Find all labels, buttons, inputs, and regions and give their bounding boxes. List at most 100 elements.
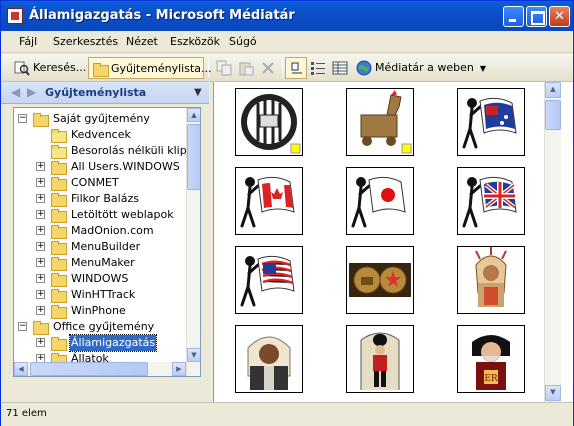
expand-icon[interactable]: + bbox=[36, 338, 45, 347]
tree-item-label: All Users.WINDOWS bbox=[71, 160, 180, 173]
expand-icon[interactable]: + bbox=[36, 258, 45, 267]
maximize-button[interactable] bbox=[526, 6, 547, 27]
toolbar-separator bbox=[208, 59, 209, 77]
scroll-thumb[interactable] bbox=[30, 362, 148, 376]
title-bar[interactable]: Államigazgatás - Microsoft Médiatár ✕ bbox=[1, 1, 573, 31]
scroll-up-icon[interactable]: ▲ bbox=[187, 108, 200, 122]
folder-icon bbox=[50, 336, 67, 351]
tree-horizontal-scrollbar[interactable]: ◀ ▶ bbox=[14, 362, 186, 376]
minimize-button[interactable] bbox=[503, 6, 524, 27]
menu-view[interactable]: Nézet bbox=[126, 35, 158, 48]
collections-button-label: Gyűjteménylista... bbox=[111, 62, 212, 75]
web-button[interactable]: Médiatár a weben ▼ bbox=[353, 57, 486, 79]
canada-flag-clip[interactable] bbox=[235, 167, 303, 235]
maximize-icon bbox=[527, 7, 546, 26]
search-icon bbox=[14, 61, 30, 76]
tree-item-label: Filkor Balázs bbox=[71, 192, 139, 205]
folder-icon bbox=[50, 176, 67, 191]
expand-icon[interactable]: + bbox=[36, 178, 45, 187]
details-view-button[interactable] bbox=[329, 57, 351, 79]
chevron-down-icon[interactable]: ▼ bbox=[480, 64, 486, 73]
folder-icon bbox=[50, 144, 67, 159]
native-chief-portrait-clip[interactable] bbox=[235, 325, 303, 393]
menu-tools[interactable]: Eszközök bbox=[170, 35, 220, 48]
scroll-up-icon[interactable]: ▲ bbox=[545, 82, 561, 98]
folder-icon bbox=[50, 240, 67, 255]
trojan-horse-clip[interactable] bbox=[346, 88, 414, 156]
close-icon: ✕ bbox=[554, 9, 565, 24]
tree-item-label: Letöltött weblapok bbox=[71, 208, 174, 221]
folder-icon bbox=[50, 256, 67, 271]
status-bar: 71 elem bbox=[1, 402, 573, 426]
window: Államigazgatás - Microsoft Médiatár ✕ Fá… bbox=[0, 0, 574, 426]
royal-guard-clip[interactable] bbox=[346, 325, 414, 393]
expand-icon[interactable]: + bbox=[36, 162, 45, 171]
scroll-right-icon[interactable]: ▶ bbox=[172, 362, 186, 376]
close-button[interactable]: ✕ bbox=[549, 6, 570, 27]
folder-icon bbox=[50, 304, 67, 319]
tree-item-label: Saját gyűjtemény bbox=[53, 112, 150, 125]
collection-list-header: ◀ ▶ Gyűjteménylista ▼ bbox=[1, 82, 209, 104]
folder-icon bbox=[50, 160, 67, 175]
tree-item-label: Kedvencek bbox=[71, 128, 131, 141]
prison-clip[interactable] bbox=[235, 88, 303, 156]
menu-bar: Fájl Szerkesztés Nézet Eszközök Súgó ▼ bbox=[1, 31, 573, 81]
globe-icon bbox=[356, 60, 372, 76]
list-view-button[interactable] bbox=[307, 57, 329, 79]
web-button-label: Médiatár a weben bbox=[375, 61, 474, 74]
tree-item-label: MenuBuilder bbox=[71, 240, 141, 253]
item-count: 71 elem bbox=[6, 408, 47, 419]
expand-icon[interactable]: + bbox=[36, 274, 45, 283]
menu-file[interactable]: Fájl bbox=[19, 35, 37, 48]
expand-icon[interactable]: + bbox=[36, 290, 45, 299]
expand-icon[interactable]: + bbox=[36, 242, 45, 251]
collapse-icon[interactable]: − bbox=[18, 322, 27, 331]
folder-icon bbox=[32, 112, 49, 127]
clips-vertical-scrollbar[interactable]: ▲ ▼ bbox=[544, 82, 561, 402]
tree-item-label: Besorolás nélküli klipek bbox=[71, 144, 200, 157]
native-chief-clip[interactable] bbox=[457, 246, 525, 314]
expand-icon[interactable]: + bbox=[36, 306, 45, 315]
back-arrow-icon[interactable]: ◀ bbox=[11, 85, 20, 99]
beefeater-clip[interactable]: ER bbox=[457, 325, 525, 393]
folder-icon bbox=[92, 61, 109, 77]
chevron-down-icon[interactable]: ▼ bbox=[194, 87, 202, 98]
delete-icon bbox=[262, 62, 274, 74]
australia-flag-clip[interactable] bbox=[457, 88, 525, 156]
collections-button[interactable]: Gyűjteménylista... bbox=[88, 57, 212, 79]
scroll-thumb[interactable] bbox=[545, 100, 561, 130]
copy-button[interactable] bbox=[213, 57, 235, 79]
collection-list-title: Gyűjteménylista bbox=[45, 86, 147, 99]
thumbnails-view-button[interactable] bbox=[285, 57, 307, 79]
folder-icon bbox=[50, 272, 67, 287]
menu-edit[interactable]: Szerkesztés bbox=[53, 35, 118, 48]
scroll-thumb[interactable] bbox=[187, 124, 200, 190]
collapse-icon[interactable]: − bbox=[18, 114, 27, 123]
paste-button[interactable] bbox=[235, 57, 257, 79]
tree-item-label: MadOnion.com bbox=[71, 224, 154, 237]
search-button[interactable]: Keresés... bbox=[11, 57, 86, 79]
tree-vertical-scrollbar[interactable]: ▲ ▼ bbox=[186, 108, 200, 376]
scroll-down-icon[interactable]: ▼ bbox=[187, 348, 200, 362]
toolbar-separator bbox=[282, 59, 283, 77]
tree-item-label: CONMET bbox=[71, 176, 119, 189]
minimize-icon bbox=[504, 7, 523, 26]
menu-help[interactable]: Súgó bbox=[229, 35, 257, 48]
toolbar: Keresés... Gyűjteménylista... Médiatár a… bbox=[1, 54, 573, 82]
folder-icon bbox=[50, 192, 67, 207]
uk-flag-clip[interactable] bbox=[457, 167, 525, 235]
forward-arrow-icon[interactable]: ▶ bbox=[27, 85, 36, 99]
usa-flag-clip[interactable] bbox=[235, 246, 303, 314]
expand-icon[interactable]: + bbox=[36, 226, 45, 235]
tree-item-label: WINDOWS bbox=[71, 272, 129, 285]
japan-flag-clip[interactable] bbox=[346, 167, 414, 235]
scroll-left-icon[interactable]: ◀ bbox=[14, 362, 28, 376]
left-pane: − Saját gyűjtemény Kedvencek Besorolás nélk… bbox=[1, 104, 213, 402]
list-icon bbox=[311, 62, 325, 75]
scroll-down-icon[interactable]: ▼ bbox=[545, 385, 561, 401]
collection-tree: − Saját gyűjtemény Kedvencek Besorolás nélk… bbox=[13, 107, 201, 377]
expand-icon[interactable]: + bbox=[36, 210, 45, 219]
delete-button[interactable] bbox=[257, 57, 279, 79]
seals-clip[interactable] bbox=[346, 246, 414, 314]
expand-icon[interactable]: + bbox=[36, 194, 45, 203]
